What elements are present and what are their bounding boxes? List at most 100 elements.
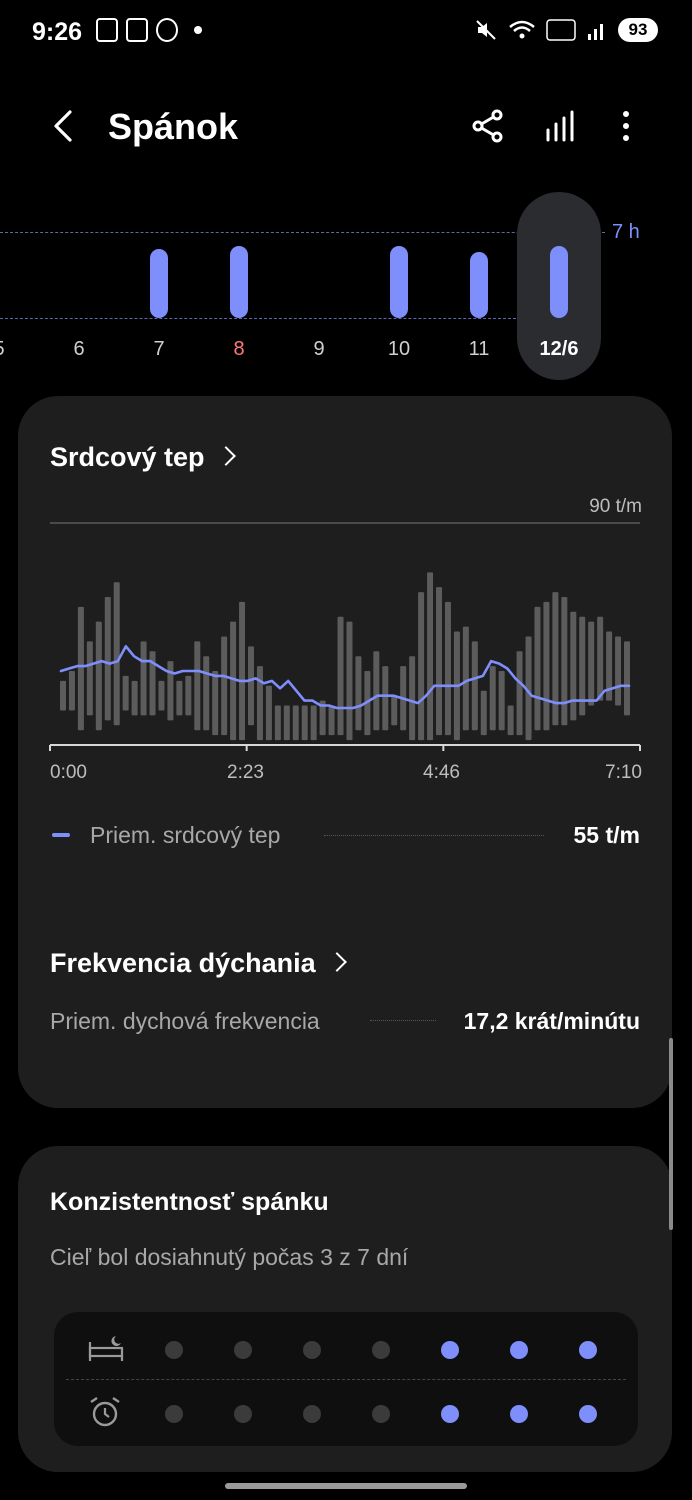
heart-rate-range-bar	[274, 705, 281, 741]
heart-rate-range-bar	[489, 666, 496, 731]
heart-rate-range-bar	[516, 651, 523, 736]
consistency-day-dot	[441, 1405, 459, 1423]
heart-rate-range-bar	[624, 641, 630, 716]
heart-rate-range-bar	[203, 656, 210, 731]
heart-rate-range-bar	[534, 606, 541, 731]
sleep-duration-bar[interactable]	[150, 249, 168, 318]
heart-rate-range-bar	[427, 572, 434, 741]
heart-rate-range-bar	[86, 641, 93, 716]
heart-rate-range-bar	[122, 675, 129, 711]
sleep-duration-bar[interactable]	[390, 245, 408, 318]
heart-rate-range-bar	[104, 597, 111, 721]
chevron-right-icon	[326, 952, 347, 972]
x-tick-label: 4:46	[423, 762, 460, 783]
day-label[interactable]: 6	[49, 338, 109, 361]
heart-rate-range-bar	[471, 641, 478, 731]
sleep-day-strip: 7 h 56789 10 11 12/6	[0, 188, 692, 388]
day-label[interactable]: 12/6	[529, 338, 589, 361]
consistency-day-dot	[303, 1341, 321, 1359]
heart-rate-range-bar	[373, 651, 380, 731]
avg-heart-label: Priem. srdcový tep	[90, 822, 281, 848]
heart-rate-range-bar	[185, 675, 192, 716]
share-icon[interactable]	[468, 106, 508, 146]
day-label[interactable]: 10	[369, 338, 429, 361]
grid-divider	[66, 1379, 626, 1380]
heart-rate-range-bar	[301, 705, 308, 741]
day-label[interactable]: 9	[289, 338, 349, 361]
status-bar: 9:26 93	[0, 0, 692, 64]
heart-rate-range-bar	[436, 587, 442, 736]
dotted-leader	[370, 1020, 436, 1021]
heart-breathing-card: Srdcový tep 90 t/m 0:00 2:23 4:46 7:10 P…	[18, 396, 672, 1108]
heart-rate-range-bar	[310, 705, 317, 741]
avg-breathing-value: 17,2 krát/minútu	[463, 1008, 640, 1034]
heart-rate-range-bar	[337, 616, 344, 736]
consistency-subtitle: Cieľ bol dosiahnutý počas 3 z 7 dní	[50, 1244, 409, 1270]
consistency-grid	[54, 1312, 638, 1446]
heart-rate-range-bar	[113, 582, 120, 726]
consistency-day-dot	[510, 1405, 528, 1423]
back-arrow-icon[interactable]	[44, 106, 84, 146]
goal-reference-label: 7 h	[612, 221, 640, 243]
sleep-consistency-card: Konzistentnosť spánku Cieľ bol dosiahnut…	[18, 1146, 672, 1472]
heart-rate-range-bar	[292, 705, 299, 741]
x-tick-label: 2:23	[227, 762, 264, 783]
goal-reference-line	[0, 232, 605, 233]
heart-rate-range-bar	[498, 671, 505, 731]
heart-rate-range-bar	[167, 661, 174, 721]
heart-rate-range-bar	[248, 646, 254, 726]
screenshot-icon	[96, 18, 118, 42]
day-label[interactable]: 11	[449, 338, 509, 361]
heart-rate-range-bar	[346, 621, 353, 741]
more-options-icon[interactable]	[606, 106, 646, 146]
consistency-day-dot	[579, 1405, 597, 1423]
app-header: Spánok	[0, 96, 692, 160]
dotted-leader	[324, 835, 544, 836]
heart-rate-range-bar	[265, 685, 272, 741]
breathing-title[interactable]: Frekvencia dýchania	[50, 948, 347, 979]
scrollbar[interactable]	[669, 1038, 673, 1230]
notification-icons	[96, 18, 202, 42]
consistency-day-dot	[441, 1341, 459, 1359]
heart-rate-range-bar	[212, 671, 219, 736]
alarm-icon	[90, 1397, 120, 1427]
sleep-duration-bar[interactable]	[550, 245, 568, 318]
heart-rate-range-bar	[140, 641, 147, 716]
app-notification-icon	[156, 18, 178, 42]
consistency-day-dot	[372, 1341, 390, 1359]
signal-icon	[588, 24, 603, 40]
heart-rate-range-bar	[588, 621, 595, 706]
heart-rate-range-bar	[68, 671, 75, 711]
heart-rate-chart	[49, 522, 641, 751]
heart-rate-range-bar	[480, 690, 487, 736]
home-indicator[interactable]	[225, 1483, 467, 1489]
day-label[interactable]: 5	[0, 338, 29, 361]
consistency-day-dot	[303, 1405, 321, 1423]
consistency-day-dot	[165, 1341, 183, 1359]
consistency-day-dot	[510, 1341, 528, 1359]
heart-rate-range-bar	[95, 621, 102, 731]
day-label[interactable]: 7	[129, 338, 189, 361]
consistency-day-dot	[234, 1341, 252, 1359]
sleep-duration-bar[interactable]	[230, 245, 248, 318]
heart-rate-range-bar	[597, 616, 604, 701]
baseline-line	[0, 318, 516, 319]
consistency-day-dot	[372, 1405, 390, 1423]
heart-rate-range-bar	[355, 656, 362, 731]
heart-rate-range-bar	[409, 656, 416, 741]
heart-rate-range-bar	[418, 592, 425, 741]
heart-rate-range-bar	[239, 601, 246, 741]
breathing-title-text: Frekvencia dýchania	[50, 948, 316, 978]
consistency-day-dot	[165, 1405, 183, 1423]
sleep-duration-bar[interactable]	[470, 251, 488, 318]
x-tick-label: 0:00	[50, 762, 87, 783]
heart-rate-range-bar	[543, 601, 550, 731]
consistency-title: Konzistentnosť spánku	[50, 1188, 329, 1216]
statistics-icon[interactable]	[542, 106, 582, 146]
day-label[interactable]: 8	[209, 338, 269, 361]
page-title: Spánok	[108, 106, 239, 147]
heart-rate-range-bar	[131, 680, 138, 716]
vibrate-icon	[126, 18, 148, 42]
bed-icon	[88, 1336, 124, 1361]
heart-rate-range-bar	[256, 666, 263, 741]
